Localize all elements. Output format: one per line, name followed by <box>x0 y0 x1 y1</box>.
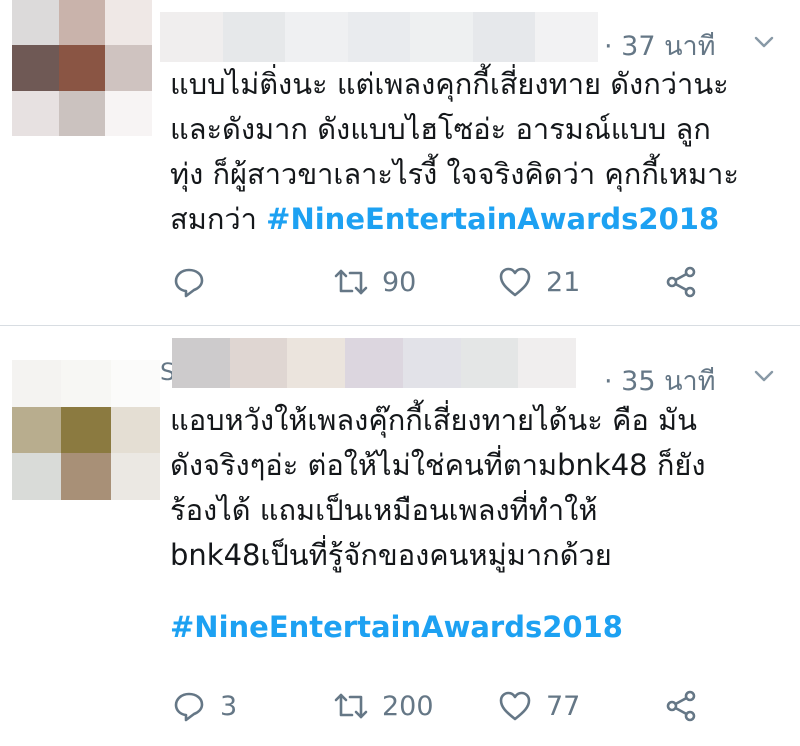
retweet-icon <box>334 269 368 295</box>
retweet-button[interactable]: 200 <box>334 686 434 726</box>
share-icon <box>666 690 696 722</box>
tweet-text: แบบไม่ติ่งนะ แต่เพลงคุกกี้เสี่ยงทาย ดังก… <box>170 62 785 242</box>
retweet-count: 200 <box>382 690 434 722</box>
reply-icon <box>174 692 204 722</box>
heart-icon <box>499 691 531 721</box>
tweet[interactable]: · 37 นาที แบบไม่ติ่งนะ แต่เพลงคุกกี้เสี่… <box>0 0 800 325</box>
retweet-button[interactable]: 90 <box>334 262 416 302</box>
share-icon <box>666 266 696 298</box>
like-count: 21 <box>546 266 581 298</box>
avatar[interactable] <box>12 0 152 136</box>
reply-count: 3 <box>220 690 238 722</box>
tweet[interactable]: S · 35 นาที แอบหวังให้เพลงคุ๊กกี้เสี่ยงท… <box>0 326 800 746</box>
tweet-text-line: แบบไม่ติ่งนะ แต่เพลงคุกกี้เสี่ยงทาย ดังก… <box>170 67 729 101</box>
like-count: 77 <box>546 690 581 722</box>
tweet-text-line: ดังจริงๆอ่ะ ต่อให้ไม่ใช่คนที่ตามbnk48 ก็… <box>170 448 706 482</box>
tweet-text-line: แอบหวังให้เพลงคุ๊กกี้เสี่ยงทายได้นะ คือ … <box>170 403 697 437</box>
retweet-icon <box>334 693 368 719</box>
tweet-text: แอบหวังให้เพลงคุ๊กกี้เสี่ยงทายได้นะ คือ … <box>170 398 785 578</box>
like-button[interactable]: 77 <box>498 686 580 726</box>
reply-button[interactable] <box>172 262 220 302</box>
share-button[interactable] <box>664 262 698 302</box>
tweet-text-line: และดังมาก ดังแบบไฮโซอ่ะ อารมณ์แบบ ลูก <box>170 112 711 146</box>
heart-icon <box>499 267 531 297</box>
tweet-timestamp[interactable]: · 35 นาที <box>604 359 716 402</box>
tweet-actions: 90 21 <box>170 262 730 302</box>
retweet-count: 90 <box>382 266 417 298</box>
author-name-blurred[interactable] <box>160 12 599 62</box>
tweet-text-line: สมกว่า #NineEntertainAwards2018 <box>170 197 785 242</box>
like-button[interactable]: 21 <box>498 262 580 302</box>
tweet-actions: 3 200 77 <box>170 686 730 726</box>
tweet-text-prefix: สมกว่า <box>170 202 267 236</box>
tweet-timestamp[interactable]: · 37 นาที <box>604 24 716 67</box>
chevron-down-icon[interactable] <box>752 30 776 54</box>
hashtag-link[interactable]: #NineEntertainAwards2018 <box>266 202 719 236</box>
reply-button[interactable]: 3 <box>172 686 237 726</box>
tweet-text-line: bnk48เป็นที่รู้จักของคนหมู่มากด้วย <box>170 538 612 572</box>
avatar[interactable] <box>12 360 160 500</box>
author-name-blurred[interactable] <box>172 338 577 388</box>
tweet-text-line: ร้องได้ แถมเป็นเหมือนเพลงที่ทำให้ <box>170 493 598 527</box>
hashtag-link[interactable]: #NineEntertainAwards2018 <box>170 610 623 644</box>
reply-icon <box>174 268 204 298</box>
chevron-down-icon[interactable] <box>752 364 776 388</box>
tweet-text-line: ทุ่ง ก็ผู้สาวขาเลาะไรงี้ ใจจริงคิดว่า คุ… <box>170 157 739 191</box>
share-button[interactable] <box>664 686 698 726</box>
